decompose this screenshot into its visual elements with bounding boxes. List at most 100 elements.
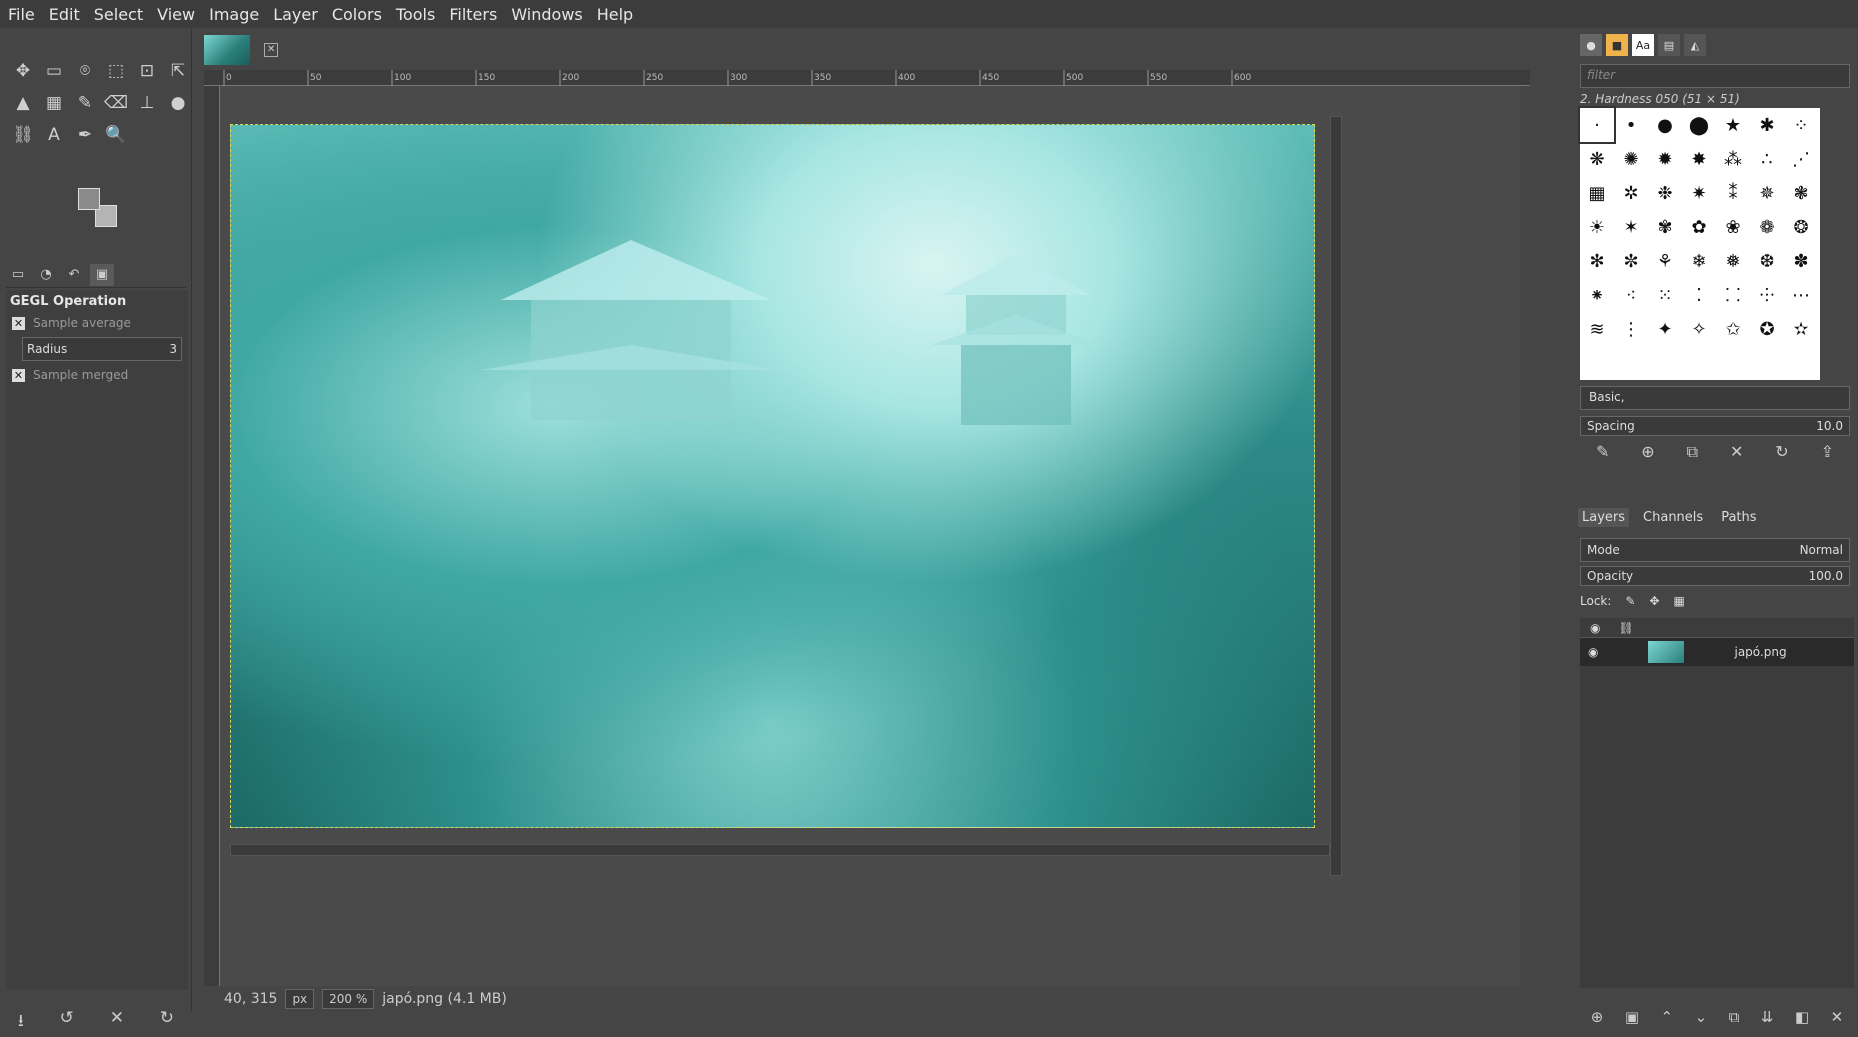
brush-filter-input[interactable]: filter: [1580, 64, 1850, 88]
tool-3-icon[interactable]: ⬚: [103, 58, 129, 84]
unit-select[interactable]: px: [285, 989, 315, 1009]
close-icon[interactable]: ✕: [264, 43, 278, 57]
menu-tools[interactable]: Tools: [396, 5, 435, 24]
brush-swatch[interactable]: ✷: [1682, 176, 1716, 210]
duplicate-brush-icon[interactable]: ⧉: [1687, 442, 1698, 462]
brush-swatch[interactable]: ⋯: [1784, 278, 1818, 312]
brush-swatch[interactable]: ≋: [1580, 312, 1614, 346]
tool-4-icon[interactable]: ⊡: [134, 58, 160, 84]
delete-brush-icon[interactable]: ✕: [1730, 442, 1743, 462]
brush-swatch[interactable]: ✿: [1682, 210, 1716, 244]
refresh-brush-icon[interactable]: ↻: [1775, 442, 1788, 462]
tool-13-icon[interactable]: A: [41, 122, 67, 148]
fonts-tab-icon[interactable]: Aa: [1632, 34, 1654, 56]
brush-swatch[interactable]: ❅: [1716, 244, 1750, 278]
brush-swatch[interactable]: ❉: [1648, 176, 1682, 210]
brush-swatch[interactable]: ✾: [1648, 210, 1682, 244]
vertical-ruler[interactable]: [204, 86, 220, 986]
menu-layer[interactable]: Layer: [273, 5, 318, 24]
brush-set-select[interactable]: Basic,: [1580, 386, 1850, 410]
brush-swatch[interactable]: ✧: [1682, 312, 1716, 346]
image-thumbnail[interactable]: [204, 35, 251, 65]
brush-swatch[interactable]: ✵: [1750, 176, 1784, 210]
new-layer-icon[interactable]: ⊕: [1591, 1008, 1604, 1026]
brush-swatch[interactable]: ★: [1716, 108, 1750, 142]
brush-swatch[interactable]: ❆: [1750, 244, 1784, 278]
tool-8-icon[interactable]: ✎: [72, 90, 98, 116]
opacity-spinner[interactable]: Opacity 100.0: [1580, 566, 1850, 586]
menu-filters[interactable]: Filters: [449, 5, 497, 24]
mode-value[interactable]: Normal: [1800, 543, 1843, 557]
brush-swatch[interactable]: ·: [1578, 106, 1616, 144]
menu-view[interactable]: View: [157, 5, 195, 24]
brush-swatch[interactable]: ✸: [1682, 142, 1716, 176]
brush-swatch[interactable]: ✩: [1716, 312, 1750, 346]
brush-swatch[interactable]: ✦: [1648, 312, 1682, 346]
new-group-icon[interactable]: ▣: [1625, 1008, 1639, 1026]
merge-layer-icon[interactable]: ⇊: [1761, 1008, 1774, 1026]
brush-swatch[interactable]: ⁂: [1716, 142, 1750, 176]
patterns-tab-icon[interactable]: ■: [1606, 34, 1628, 56]
toolbox-action-2-icon[interactable]: ✕: [110, 1008, 124, 1037]
brush-swatch[interactable]: ❂: [1784, 210, 1818, 244]
brush-swatch[interactable]: ❋: [1580, 142, 1614, 176]
raise-layer-icon[interactable]: ⌃: [1661, 1008, 1674, 1026]
tool-7-icon[interactable]: ▦: [41, 90, 67, 116]
brush-swatch[interactable]: ⁑: [1716, 176, 1750, 210]
brush-swatch[interactable]: ⸬: [1716, 278, 1750, 312]
brush-swatch[interactable]: ✪: [1750, 312, 1784, 346]
brush-swatch[interactable]: ❀: [1716, 210, 1750, 244]
canvas[interactable]: [220, 86, 1520, 986]
brush-swatch[interactable]: ✺: [1614, 142, 1648, 176]
brushes-tab-icon[interactable]: ●: [1580, 34, 1602, 56]
open-brush-icon[interactable]: ⇪: [1821, 442, 1834, 462]
menu-edit[interactable]: Edit: [49, 5, 80, 24]
brush-swatch[interactable]: ✫: [1784, 312, 1818, 346]
tool-10-icon[interactable]: ⊥: [134, 90, 160, 116]
brush-swatch[interactable]: ☀: [1580, 210, 1614, 244]
delete-layer-icon[interactable]: ✕: [1831, 1008, 1844, 1026]
images-tab-icon[interactable]: ▣: [90, 263, 114, 286]
tab-channels[interactable]: Channels: [1639, 508, 1707, 527]
tool-2-icon[interactable]: ⌾: [72, 58, 98, 84]
brush-swatch[interactable]: ⋮: [1614, 312, 1648, 346]
brush-swatch[interactable]: ⚘: [1648, 244, 1682, 278]
histogram-tab-icon[interactable]: ◭: [1684, 34, 1706, 56]
layer-name[interactable]: japó.png: [1734, 645, 1786, 659]
menu-help[interactable]: Help: [597, 5, 633, 24]
tool-9-icon[interactable]: ⌫: [103, 90, 129, 116]
new-brush-icon[interactable]: ⊕: [1641, 442, 1654, 462]
brush-swatch[interactable]: ⁕: [1580, 278, 1614, 312]
brush-swatch[interactable]: ❁: [1750, 210, 1784, 244]
brush-swatch[interactable]: ✲: [1614, 176, 1648, 210]
vertical-scrollbar[interactable]: [1330, 116, 1342, 876]
brush-swatch[interactable]: ▦: [1580, 176, 1614, 210]
brush-swatch[interactable]: •: [1614, 108, 1648, 142]
horizontal-ruler[interactable]: 0 50 100 150 200 250 300 350 400 450 500 550 600: [204, 70, 1530, 86]
device-status-tab-icon[interactable]: ◔: [34, 264, 58, 286]
brush-swatch[interactable]: ✹: [1648, 142, 1682, 176]
brush-swatch[interactable]: ❃: [1784, 176, 1818, 210]
brush-swatch[interactable]: ⬤: [1682, 108, 1716, 142]
radius-spinner[interactable]: Radius 3: [22, 337, 182, 361]
lock-position-icon[interactable]: ✥: [1649, 594, 1659, 608]
document-history-tab-icon[interactable]: ▤: [1658, 34, 1680, 56]
brush-swatch[interactable]: ⸭: [1750, 278, 1784, 312]
tool-15-icon[interactable]: 🔍: [103, 122, 129, 148]
toolbox-action-1-icon[interactable]: ↺: [60, 1008, 74, 1037]
undo-history-tab-icon[interactable]: ↶: [62, 264, 86, 286]
tool-options-tab-icon[interactable]: ▭: [6, 264, 30, 286]
duplicate-layer-icon[interactable]: ⧉: [1729, 1008, 1740, 1026]
sample-merged-checkbox[interactable]: ✕ Sample merged: [6, 365, 188, 385]
mask-layer-icon[interactable]: ◧: [1795, 1008, 1809, 1026]
menu-colors[interactable]: Colors: [332, 5, 382, 24]
horizontal-scrollbar[interactable]: [230, 844, 1330, 856]
tool-1-icon[interactable]: ▭: [41, 58, 67, 84]
brush-swatch[interactable]: ✶: [1614, 210, 1648, 244]
eye-icon[interactable]: ◉: [1588, 645, 1598, 659]
tool-6-icon[interactable]: ▲: [10, 90, 36, 116]
toolbox-action-0-icon[interactable]: ⭳: [18, 1008, 24, 1037]
brush-swatch[interactable]: ✽: [1784, 244, 1818, 278]
tab-layers[interactable]: Layers: [1578, 508, 1630, 527]
tool-0-icon[interactable]: ✥: [10, 58, 36, 84]
